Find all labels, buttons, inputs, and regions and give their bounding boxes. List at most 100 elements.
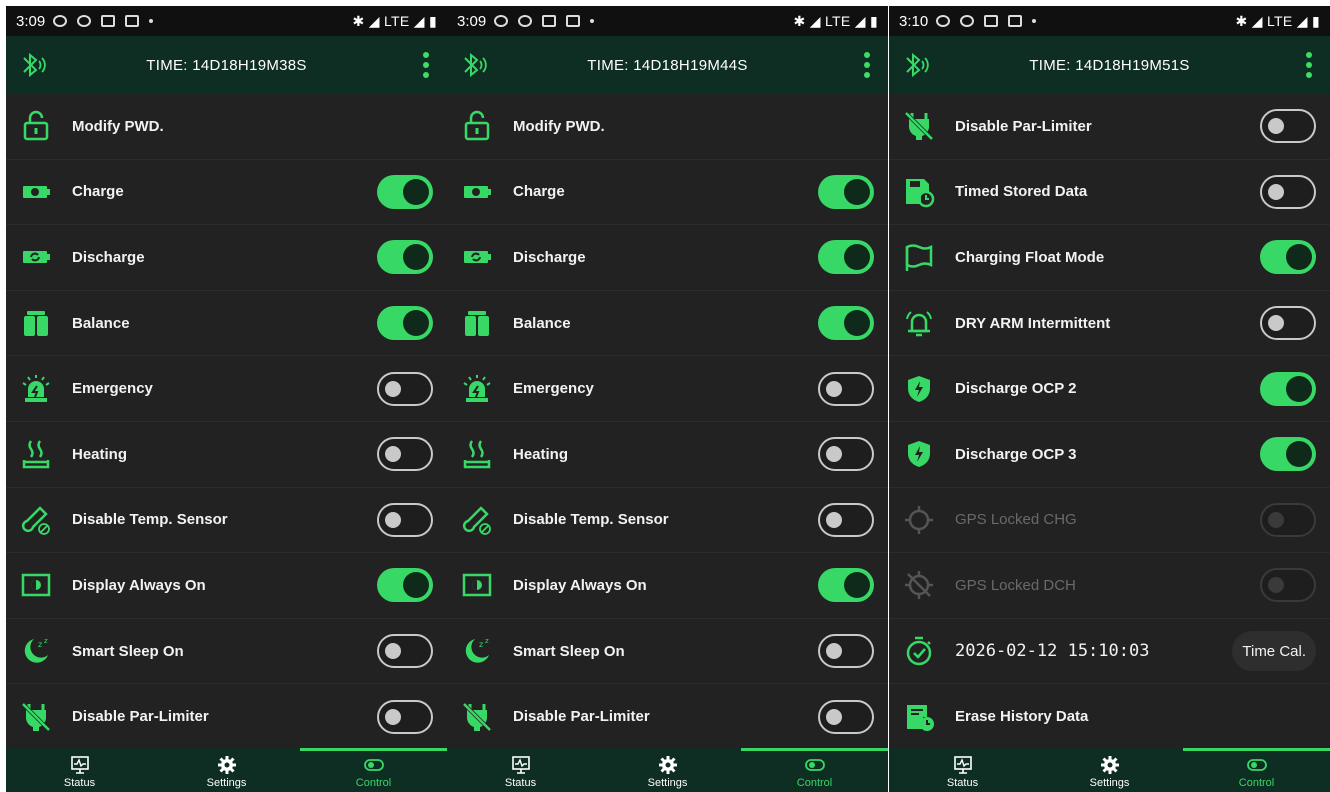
toggle-icon [1246, 755, 1267, 775]
toggle-switch [1260, 502, 1316, 537]
toggle-switch[interactable] [818, 174, 874, 209]
heating-icon [20, 438, 52, 470]
list-item: Display Always On [447, 553, 888, 619]
nav-status-label: Status [63, 777, 96, 789]
wifi-icon [77, 15, 92, 27]
nav-status[interactable]: Status [6, 748, 153, 792]
page-title: TIME: 14D18H19M44S [587, 56, 748, 74]
network-type: LTE [825, 12, 851, 29]
toggle-switch[interactable] [377, 699, 433, 734]
toggle-switch[interactable] [1260, 109, 1316, 144]
toggle-switch[interactable] [377, 437, 433, 472]
nav-control-label: Control [1238, 777, 1275, 789]
toggle-switch[interactable] [1260, 174, 1316, 209]
balance-batteries-icon [461, 307, 493, 339]
gear-icon [1100, 755, 1120, 775]
item-label: Modify PWD. [513, 117, 605, 135]
list-item[interactable]: Erase History Data [889, 684, 1330, 750]
item-label: Disable Par-Limiter [955, 117, 1092, 135]
stopwatch-icon [903, 635, 935, 667]
item-label: Disable Temp. Sensor [513, 511, 669, 529]
whatsapp-icon [936, 15, 951, 27]
battery-discharge-icon [461, 241, 493, 273]
battery-charge-icon [461, 176, 493, 208]
shield-bolt-icon [903, 373, 935, 405]
wifi-icon [518, 15, 533, 27]
svg-text:z: z [44, 637, 48, 645]
bottom-nav: Status Settings Control [889, 748, 1330, 792]
list-item: Charge [447, 160, 888, 226]
item-label: Disable Par-Limiter [513, 708, 650, 726]
wifi-icon [960, 15, 975, 27]
item-label: Disable Par-Limiter [72, 708, 209, 726]
toggle-switch[interactable] [377, 634, 433, 669]
nav-control[interactable]: Control [741, 748, 888, 792]
item-label: DRY ARM Intermittent [955, 314, 1111, 332]
nav-control[interactable]: Control [300, 748, 447, 792]
toggle-switch[interactable] [1260, 240, 1316, 275]
overflow-menu-icon[interactable] [423, 52, 429, 78]
list-item[interactable]: Modify PWD. [447, 94, 888, 160]
thermometer-off-icon [461, 504, 493, 536]
list-item: Emergency [447, 356, 888, 422]
bottom-nav: Status Settings Control [6, 748, 447, 792]
toggle-switch[interactable] [1260, 437, 1316, 472]
toggle-switch[interactable] [818, 240, 874, 275]
list-item: GPS Locked DCH [889, 553, 1330, 619]
toggle-switch[interactable] [818, 699, 874, 734]
plug-off-icon [461, 701, 493, 733]
toggle-switch[interactable] [377, 240, 433, 275]
app-bar: TIME: 14D18H19M44S [447, 36, 888, 94]
list-item: Balance [447, 291, 888, 357]
nav-status[interactable]: Status [889, 748, 1036, 792]
nav-status[interactable]: Status [447, 748, 594, 792]
battery-discharge-icon [20, 241, 52, 273]
toggle-switch[interactable] [818, 634, 874, 669]
toggle-switch[interactable] [818, 371, 874, 406]
list-item[interactable]: Modify PWD. [6, 94, 447, 160]
toggle-switch[interactable] [818, 437, 874, 472]
toggle-icon [363, 755, 384, 775]
signal-status: ✱ ◢ LTE ◢ ▮ [352, 12, 437, 29]
item-label: Modify PWD. [72, 117, 164, 135]
overflow-menu-icon[interactable] [864, 52, 870, 78]
item-label: Heating [513, 445, 569, 463]
list-item: Timed Stored Data [889, 160, 1330, 226]
control-list: Disable Par-Limiter Timed Stored Data Ch… [889, 94, 1330, 750]
toggle-switch[interactable] [377, 371, 433, 406]
time-cal-button[interactable]: Time Cal. [1232, 631, 1316, 672]
toggle-switch[interactable] [818, 502, 874, 537]
toggle-switch[interactable] [377, 174, 433, 209]
item-label: Balance [513, 314, 571, 332]
list-item: Disable Temp. Sensor [6, 488, 447, 554]
item-label: Charge [513, 183, 565, 201]
device-datetime: 2026-02-12 15:10:03 [955, 641, 1150, 662]
bottom-nav: Status Settings Control [447, 748, 888, 792]
list-item: Balance [6, 291, 447, 357]
shield-bolt-icon [903, 438, 935, 470]
toggle-switch[interactable] [818, 306, 874, 341]
monitor-icon [953, 755, 973, 775]
nav-status-label: Status [946, 777, 979, 789]
battery-charge-icon [20, 176, 52, 208]
toggle-switch[interactable] [1260, 371, 1316, 406]
more-notifications-dot [149, 19, 154, 23]
list-item: z z Smart Sleep On [6, 619, 447, 685]
toggle-switch[interactable] [377, 568, 433, 603]
toggle-switch[interactable] [1260, 306, 1316, 341]
nav-control[interactable]: Control [1183, 748, 1330, 792]
overflow-menu-icon[interactable] [1306, 52, 1312, 78]
nav-settings-label: Settings [647, 777, 688, 789]
toggle-switch[interactable] [377, 502, 433, 537]
item-label: Discharge OCP 2 [955, 380, 1077, 398]
gps-icon [903, 504, 935, 536]
item-label: Display Always On [513, 576, 647, 594]
item-label: Charging Float Mode [955, 248, 1105, 266]
list-item: Discharge [447, 225, 888, 291]
list-item: Disable Temp. Sensor [447, 488, 888, 554]
nav-settings[interactable]: Settings [594, 748, 741, 792]
toggle-switch[interactable] [377, 306, 433, 341]
nav-settings[interactable]: Settings [153, 748, 300, 792]
nav-settings[interactable]: Settings [1036, 748, 1183, 792]
toggle-switch[interactable] [818, 568, 874, 603]
